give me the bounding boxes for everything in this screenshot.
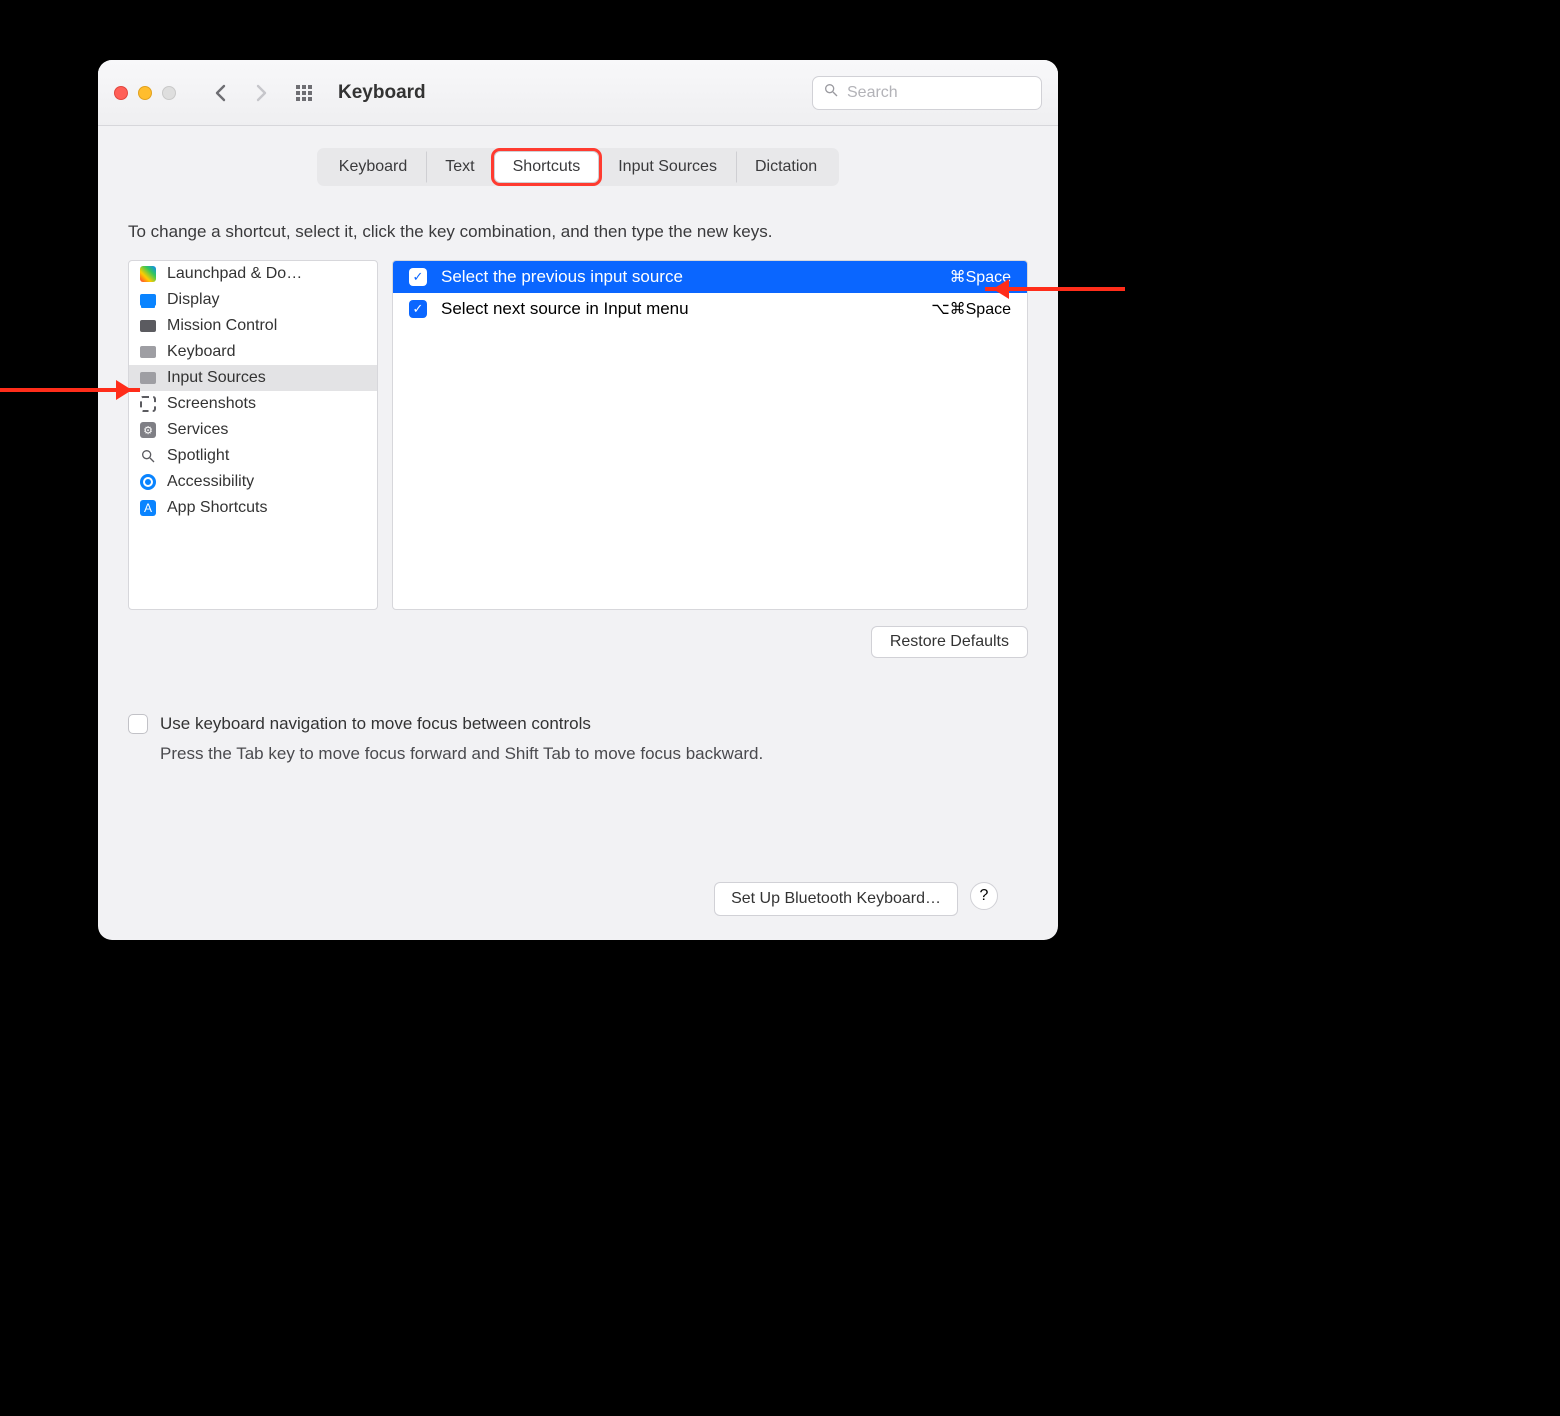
titlebar: Keyboard: [98, 60, 1058, 126]
sidebar-item-accessibility[interactable]: Accessibility: [129, 469, 377, 495]
tab-keyboard[interactable]: Keyboard: [320, 151, 427, 183]
accessibility-icon: [139, 473, 157, 491]
shortcut-row-previous-input-source[interactable]: ✓ Select the previous input source ⌘Spac…: [393, 261, 1027, 293]
keyboard-nav-checkbox-row[interactable]: Use keyboard navigation to move focus be…: [128, 714, 1028, 734]
setup-bluetooth-keyboard-button[interactable]: Set Up Bluetooth Keyboard…: [714, 882, 958, 916]
spotlight-icon: [139, 447, 157, 465]
show-all-grid-icon[interactable]: [296, 85, 312, 101]
tabs: Keyboard Text Shortcuts Input Sources Di…: [317, 148, 839, 186]
shortcut-list[interactable]: ✓ Select the previous input source ⌘Spac…: [392, 260, 1028, 610]
sidebar-item-display[interactable]: Display: [129, 287, 377, 313]
sidebar-item-label: Input Sources: [167, 369, 266, 387]
search-field[interactable]: [812, 76, 1042, 110]
sidebar-item-label: App Shortcuts: [167, 499, 268, 517]
tab-text[interactable]: Text: [426, 151, 493, 183]
keyboard-icon: [139, 343, 157, 361]
sidebar-item-launchpad[interactable]: Launchpad & Do…: [129, 261, 377, 287]
tab-input-sources[interactable]: Input Sources: [599, 151, 736, 183]
sidebar-item-label: Accessibility: [167, 473, 254, 491]
window-controls: [114, 86, 176, 100]
sidebar-item-keyboard[interactable]: Keyboard: [129, 339, 377, 365]
sidebar-item-label: Spotlight: [167, 447, 229, 465]
checkbox-checked-icon[interactable]: ✓: [409, 268, 427, 286]
sidebar-item-spotlight[interactable]: Spotlight: [129, 443, 377, 469]
app-shortcuts-icon: A: [139, 499, 157, 517]
sidebar-item-app-shortcuts[interactable]: A App Shortcuts: [129, 495, 377, 521]
window-title: Keyboard: [338, 82, 426, 104]
sidebar-item-mission-control[interactable]: Mission Control: [129, 313, 377, 339]
keyboard-nav-label: Use keyboard navigation to move focus be…: [160, 714, 591, 734]
search-input[interactable]: [847, 84, 1031, 102]
launchpad-icon: [139, 265, 157, 283]
sidebar-item-label: Mission Control: [167, 317, 277, 335]
help-button[interactable]: ?: [970, 882, 998, 910]
sidebar-item-label: Display: [167, 291, 219, 309]
system-preferences-window: Keyboard Keyboard Text Shortcuts Input S…: [98, 60, 1058, 940]
shortcut-category-sidebar[interactable]: Launchpad & Do… Display Mission Control …: [128, 260, 378, 610]
back-button[interactable]: [204, 78, 238, 108]
annotation-arrow-left: [0, 388, 140, 392]
minimize-window-button[interactable]: [138, 86, 152, 100]
sidebar-item-label: Keyboard: [167, 343, 236, 361]
sidebar-item-input-sources[interactable]: Input Sources: [129, 365, 377, 391]
sidebar-item-screenshots[interactable]: Screenshots: [129, 391, 377, 417]
shortcut-label: Select the previous input source: [441, 267, 936, 287]
search-icon: [823, 82, 839, 103]
display-icon: [139, 291, 157, 309]
shortcut-keys[interactable]: ⌥⌘Space: [931, 299, 1011, 319]
sidebar-item-services[interactable]: ⚙ Services: [129, 417, 377, 443]
shortcut-row-next-input-source[interactable]: ✓ Select next source in Input menu ⌥⌘Spa…: [393, 293, 1027, 325]
close-window-button[interactable]: [114, 86, 128, 100]
instructions-text: To change a shortcut, select it, click t…: [128, 222, 1028, 242]
tab-shortcuts[interactable]: Shortcuts: [494, 151, 600, 183]
zoom-window-button[interactable]: [162, 86, 176, 100]
restore-defaults-button[interactable]: Restore Defaults: [871, 626, 1028, 658]
nav-buttons: [204, 78, 278, 108]
annotation-arrow-right: [985, 287, 1125, 291]
mission-control-icon: [139, 317, 157, 335]
checkbox-unchecked-icon[interactable]: [128, 714, 148, 734]
sidebar-item-label: Screenshots: [167, 395, 256, 413]
tab-dictation[interactable]: Dictation: [736, 151, 836, 183]
checkbox-checked-icon[interactable]: ✓: [409, 300, 427, 318]
keyboard-nav-hint: Press the Tab key to move focus forward …: [128, 744, 1028, 764]
sidebar-item-label: Launchpad & Do…: [167, 265, 302, 283]
forward-button[interactable]: [244, 78, 278, 108]
shortcut-label: Select next source in Input menu: [441, 299, 917, 319]
sidebar-item-label: Services: [167, 421, 228, 439]
services-icon: ⚙: [139, 421, 157, 439]
